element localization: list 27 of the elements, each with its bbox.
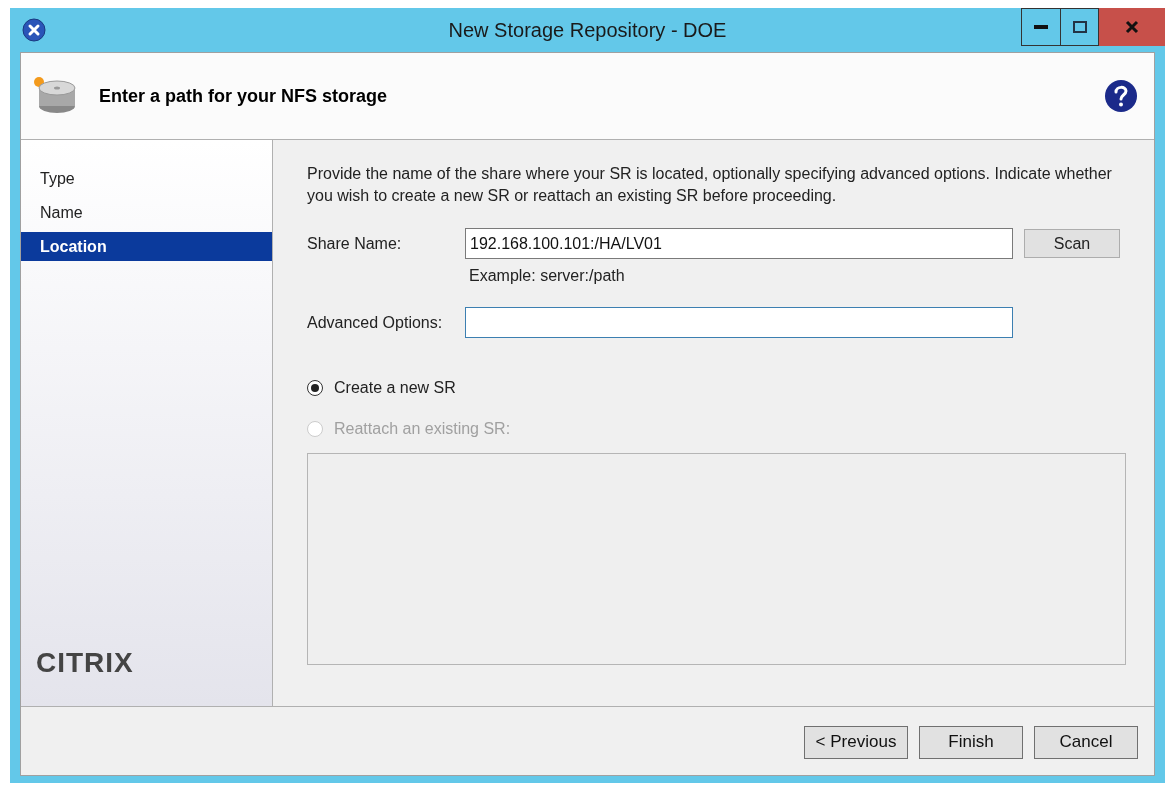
dialog-button[interactable]: < Previous [804, 725, 908, 759]
minimize-icon [1034, 25, 1048, 29]
disk-stack-icon [33, 76, 77, 116]
sidebar-item[interactable]: Type [21, 164, 272, 193]
sidebar-item[interactable]: Name [21, 198, 272, 227]
radio-label: Create a new SR [334, 378, 456, 398]
dialog-button[interactable]: Finish [919, 725, 1023, 759]
share-name-label: Share Name: [307, 233, 403, 254]
minimize-button[interactable] [1021, 8, 1061, 46]
logo: CITRIX [36, 647, 134, 678]
dialog-button[interactable]: Cancel [1034, 725, 1138, 759]
sidebar-item[interactable]: Location [21, 232, 272, 261]
example-hint: Example: server:/path [469, 266, 625, 286]
maximize-icon [1072, 21, 1087, 33]
app-close-icon[interactable] [22, 18, 46, 42]
intro-text: Provide the name of the share where your SR is located, optionally specifying advanced options. Indicate whether you wish to create a new SR or reattach an existing SR before proceeding. [307, 164, 1113, 206]
share-name-field[interactable]: 192.168.100.101:/HA/LV01 [465, 228, 1013, 259]
advanced-options-label: Advanced Options: [307, 312, 444, 333]
help-icon[interactable] [1104, 79, 1138, 113]
window-title: New Storage Repository - DOE [448, 18, 727, 43]
close-button[interactable] [1099, 8, 1165, 46]
advanced-options-field[interactable] [465, 307, 1013, 338]
scan-button[interactable]: Scan [1024, 229, 1120, 258]
radio-label: Reattach an existing SR: [334, 419, 511, 439]
header-title: Enter a path for your NFS storage [99, 84, 388, 108]
close-icon [1125, 20, 1139, 34]
radio-button[interactable] [307, 380, 323, 396]
